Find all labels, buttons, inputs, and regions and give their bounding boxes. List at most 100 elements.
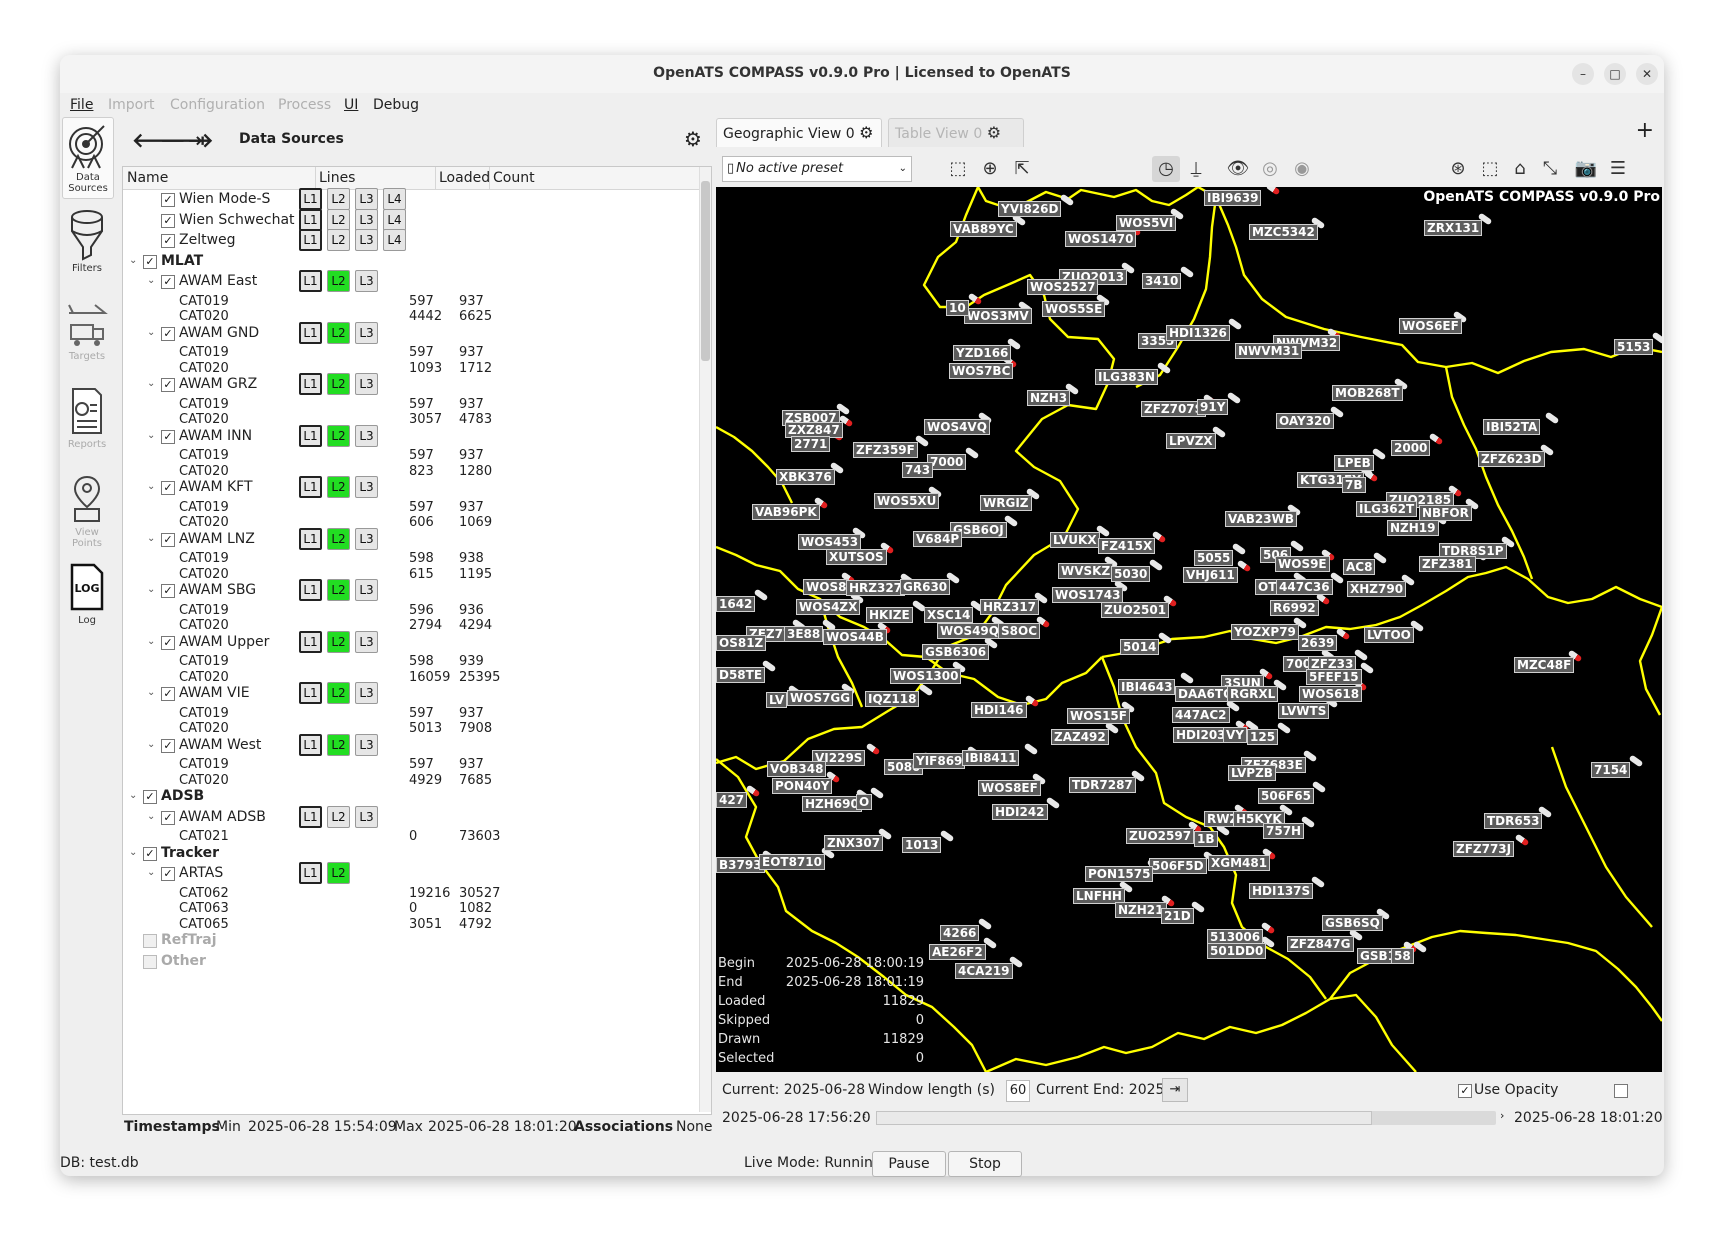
tree-source-row[interactable]: ⌄ ✓ ARTAS L1 L2	[123, 862, 751, 884]
time-filter-icon[interactable]: ◷	[1152, 156, 1180, 182]
col-lines[interactable]: Lines	[319, 170, 355, 186]
stop-button[interactable]: Stop	[948, 1151, 1022, 1177]
target-label[interactable]: 757H	[1263, 823, 1305, 839]
target-label[interactable]: WOS4ZX	[796, 599, 861, 615]
line-button-l2[interactable]: L2	[327, 579, 350, 601]
target-label[interactable]: WVSKZ	[1058, 563, 1114, 579]
line-button-l4[interactable]: L4	[383, 208, 406, 231]
line-button-l3[interactable]: L3	[355, 805, 378, 828]
gear-icon[interactable]: ⚙	[859, 123, 873, 142]
target-label[interactable]: XBK376	[776, 469, 835, 485]
source-checkbox[interactable]: ✓	[143, 254, 157, 269]
tree-source-row[interactable]: ⌄ ✓ MLAT	[123, 253, 751, 271]
expand-chevron-icon[interactable]: ⌄	[147, 430, 155, 441]
source-checkbox[interactable]: ✓	[143, 790, 157, 804]
home-icon[interactable]: ⌂	[1506, 156, 1534, 182]
line-button-l1[interactable]: L1	[299, 579, 322, 601]
target-label[interactable]: 506F65	[1258, 788, 1314, 804]
expand-chevron-icon[interactable]: ⌄	[147, 533, 155, 544]
target-label[interactable]: 3E88	[784, 626, 824, 642]
line-button-l1[interactable]: L1	[299, 208, 322, 231]
sidebar-item-targets[interactable]: Targets	[62, 293, 112, 373]
source-checkbox[interactable]: ✓	[161, 635, 175, 650]
line-button-l3[interactable]: L3	[355, 424, 378, 447]
target-label[interactable]: 427	[716, 792, 748, 808]
target-label[interactable]: WRGIZ	[980, 495, 1032, 511]
source-checkbox[interactable]: ✓	[161, 193, 175, 207]
source-checkbox[interactable]: ✓	[161, 429, 175, 444]
line-button-l2[interactable]: L2	[327, 188, 350, 210]
target-label[interactable]: LVTOO	[1364, 627, 1414, 643]
target-label[interactable]: XUTSOS	[826, 549, 887, 565]
source-checkbox[interactable]: ✓	[161, 687, 175, 701]
line-button-l3[interactable]: L3	[355, 188, 378, 210]
line-button-l2[interactable]: L2	[327, 733, 350, 756]
source-checkbox[interactable]: ✓	[161, 810, 175, 825]
target-label[interactable]: O	[856, 794, 873, 810]
target-label[interactable]: S8OC	[998, 623, 1040, 639]
target-label[interactable]: 2000	[1391, 440, 1431, 456]
col-loaded[interactable]: Loaded	[439, 170, 490, 186]
expand-chevron-icon[interactable]: ⌄	[129, 847, 137, 858]
skip-to-end-icon[interactable]: ⇥	[1162, 1078, 1188, 1102]
line-button-l3[interactable]: L3	[355, 476, 378, 498]
line-button-l1[interactable]: L1	[299, 321, 322, 344]
target-label[interactable]: ZNX307	[824, 835, 884, 851]
target-label[interactable]: ZUO2501	[1101, 602, 1170, 618]
target-label[interactable]: 1013	[902, 837, 942, 853]
source-checkbox[interactable]: ✓	[161, 378, 175, 392]
pause-button[interactable]: Pause	[872, 1151, 946, 1177]
line-button-l2[interactable]: L2	[327, 476, 350, 498]
eye-icon[interactable]: 👁	[1224, 156, 1252, 182]
target-label[interactable]: LV	[766, 692, 788, 708]
target-label[interactable]: WOS2527	[1027, 279, 1099, 295]
target-label[interactable]: 3410	[1142, 273, 1182, 289]
tree-source-row[interactable]: Other	[123, 953, 751, 971]
target-label[interactable]: 4266	[940, 925, 980, 941]
line-button-l1[interactable]: L1	[299, 229, 322, 251]
target-label[interactable]: ZFZ773J	[1453, 841, 1515, 857]
source-checkbox[interactable]: ✓	[161, 584, 175, 598]
tree-source-row[interactable]: RefTraj	[123, 932, 751, 950]
target-label[interactable]: 58	[1391, 948, 1414, 964]
target-label[interactable]: 21D	[1161, 908, 1194, 924]
source-checkbox[interactable]: ✓	[161, 326, 175, 341]
altitude-icon[interactable]: ⍊	[1182, 156, 1210, 182]
target-label[interactable]: ZFZ847G	[1287, 936, 1354, 952]
sidebar-item-data-sources[interactable]: Data Sources	[62, 117, 114, 199]
line-button-l2[interactable]: L2	[327, 630, 350, 653]
source-checkbox[interactable]: ✓	[161, 275, 175, 289]
line-button-l1[interactable]: L1	[299, 373, 322, 395]
tree-source-row[interactable]: ⌄ ✓ ADSB	[123, 788, 751, 806]
line-button-l1[interactable]: L1	[299, 270, 322, 292]
target-label[interactable]: WOS618	[1299, 686, 1363, 702]
col-name[interactable]: Name	[127, 170, 168, 186]
target-label[interactable]: WOS8EF	[978, 780, 1041, 796]
settings-sliders-icon[interactable]: ☰	[1604, 156, 1632, 182]
target-label[interactable]: MZC48F	[1514, 657, 1575, 673]
target-label[interactable]: NWVM31	[1235, 343, 1303, 359]
skip-end-icon[interactable]: ⇥	[188, 128, 205, 152]
slider-left-arrow[interactable]: ‹	[862, 1109, 866, 1122]
tree-source-row[interactable]: ⌄ ✓ AWAM ADSB L1 L2 L3	[123, 805, 751, 828]
col-count[interactable]: Count	[493, 170, 535, 186]
target-label[interactable]: LPEB	[1334, 455, 1374, 471]
target-label[interactable]: HRZ317	[980, 599, 1040, 615]
source-checkbox[interactable]: ✓	[161, 867, 175, 881]
target-label[interactable]: MOB268T	[1332, 385, 1403, 401]
menu-file[interactable]: File	[70, 97, 93, 113]
data-sources-tree[interactable]: Name Lines Loaded Count ✓ Wien Mode-S L1 L2…	[122, 166, 712, 1115]
target-label[interactable]: 1642	[716, 596, 756, 612]
target-label[interactable]: RGRXL	[1227, 686, 1279, 702]
target-label[interactable]: ZFZ623D	[1478, 451, 1545, 467]
target-label[interactable]: ZUO2597	[1126, 828, 1195, 844]
tree-source-row[interactable]: ✓ Zeltweg L1 L2 L3 L4	[123, 229, 751, 251]
sidebar-item-filters[interactable]: Filters	[62, 205, 112, 285]
forward-arrow-icon[interactable]: 🡒	[160, 128, 214, 152]
target-label[interactable]: WOS15F	[1067, 708, 1130, 724]
target-label[interactable]: TDR7287	[1069, 777, 1136, 793]
target-label[interactable]: YOZXP79	[1231, 624, 1299, 640]
source-checkbox[interactable]	[143, 954, 157, 969]
target-label[interactable]: ZRX131	[1424, 220, 1483, 236]
source-checkbox[interactable]	[143, 934, 157, 948]
